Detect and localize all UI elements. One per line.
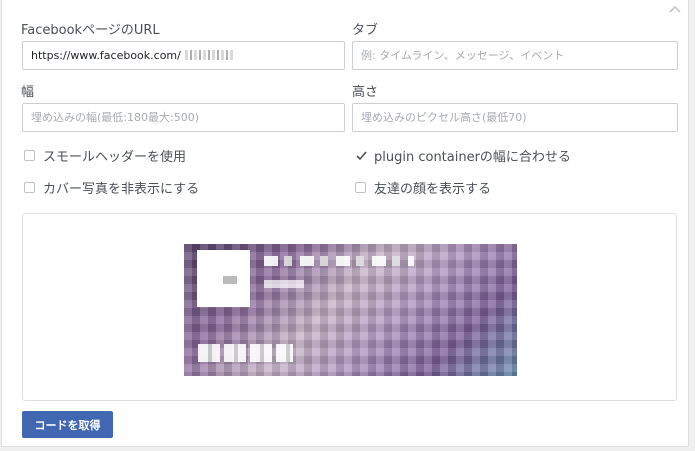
adapt-width-checkbox[interactable] <box>355 150 367 161</box>
url-label: FacebookページのURL <box>21 23 160 38</box>
hide-cover-checkbox[interactable] <box>24 182 35 193</box>
page-avatar <box>197 250 250 307</box>
show-faces-checkbox[interactable] <box>355 182 366 193</box>
width-input[interactable] <box>22 103 345 132</box>
small-header-checkbox[interactable] <box>24 150 35 161</box>
redacted-page-name <box>185 50 233 60</box>
url-input[interactable] <box>22 41 345 70</box>
redacted-like-button <box>198 344 293 362</box>
tabs-label: タブ <box>352 23 379 38</box>
page-plugin-configurator: FacebookページのURL タブ 幅 高さ スモールヘッダーを使用 plug… <box>1 0 689 447</box>
width-label: 幅 <box>21 85 35 100</box>
check-icon <box>356 151 367 161</box>
small-header-option[interactable]: スモールヘッダーを使用 <box>24 146 186 165</box>
height-label: 高さ <box>352 85 379 100</box>
hide-cover-option[interactable]: カバー写真を非表示にする <box>24 178 199 197</box>
redacted-page-subtitle <box>264 280 304 288</box>
tabs-input[interactable] <box>352 41 678 70</box>
chevron-up-icon[interactable] <box>668 4 682 14</box>
page-plugin-embed[interactable] <box>184 244 517 376</box>
url-field-wrapper <box>22 41 345 70</box>
show-faces-option[interactable]: 友達の顔を表示する <box>355 178 491 197</box>
redacted-page-title <box>264 256 414 266</box>
hide-cover-label: カバー写真を非表示にする <box>43 182 200 197</box>
plugin-preview <box>22 213 677 401</box>
get-code-button[interactable]: コードを取得 <box>22 411 113 438</box>
height-input[interactable] <box>352 103 678 132</box>
adapt-width-label: plugin containerの幅に合わせる <box>374 150 571 165</box>
show-faces-label: 友達の顔を表示する <box>374 182 492 197</box>
small-header-label: スモールヘッダーを使用 <box>43 150 187 165</box>
adapt-width-option[interactable]: plugin containerの幅に合わせる <box>355 146 571 165</box>
